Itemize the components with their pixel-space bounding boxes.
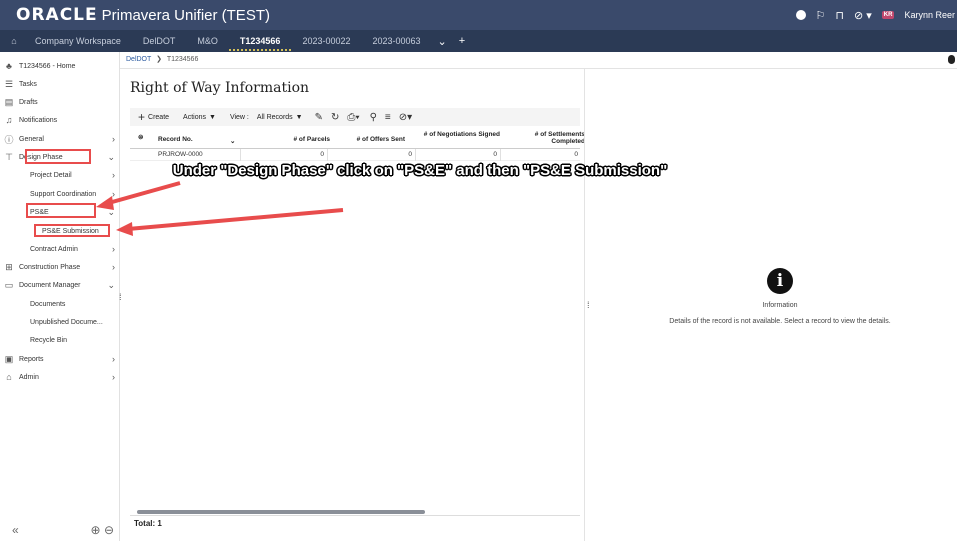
annotation-instruction: Under "Design Phase" click on "PS&E" and… (172, 162, 668, 179)
arrowhead-design-phase (96, 196, 114, 210)
arrowhead-pse-submission (116, 222, 133, 236)
annotation-arrows (96, 181, 344, 236)
arrow-to-design-phase (104, 181, 181, 206)
arrow-to-pse-submission (127, 208, 344, 231)
